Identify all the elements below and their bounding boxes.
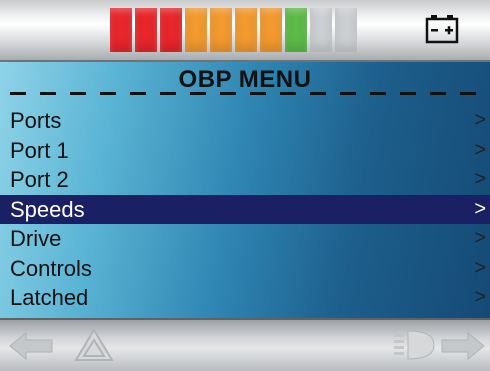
menu-item-label: Latched [10,285,89,310]
battery-segment [110,8,132,52]
menu-item-label: Controls [10,255,92,281]
battery-segment [160,8,182,52]
menu-item-label: Ports [10,108,62,133]
chevron-right-icon: > [474,168,486,190]
menu-title: OBP MENU [178,66,312,93]
menu-item-ports[interactable]: Ports > [0,106,490,136]
chevron-right-icon: > [474,109,486,131]
bottom-bar [0,318,490,371]
battery-segment [185,8,207,52]
menu-item-controls[interactable]: Controls > [0,254,490,284]
menu-item-speeds[interactable]: Speeds > [0,194,490,224]
menu-panel: OBP MENU Ports > Port 1 > Port 2 > Speed… [0,62,490,318]
hazard-warning-icon[interactable] [74,328,114,367]
chevron-right-icon: > [474,197,486,220]
chevron-right-icon: > [474,256,486,279]
battery-segment [285,8,307,52]
menu-item-port-1[interactable]: Port 1 > [0,136,490,166]
right-arrow-icon[interactable] [440,330,486,367]
battery-segment [135,8,157,52]
battery-icon [425,14,459,44]
left-arrow-icon[interactable] [8,330,54,367]
battery-segment [335,8,357,52]
battery-segment [235,8,257,52]
menu-item-label: Speeds [10,196,85,222]
title-divider [10,92,480,95]
menu-item-drive[interactable]: Drive > [0,224,490,254]
battery-segment [210,8,232,52]
battery-segment [310,8,332,52]
battery-segment [260,8,282,52]
menu-item-label: Port 1 [10,137,69,163]
chevron-right-icon: > [474,286,486,308]
menu-item-port-2[interactable]: Port 2 > [0,165,490,195]
menu-item-latched[interactable]: Latched > [0,283,490,313]
chevron-right-icon: > [474,227,486,249]
menu-list: Ports > Port 1 > Port 2 > Speeds > Drive… [0,106,490,313]
chevron-right-icon: > [474,138,486,161]
menu-item-label: Port 2 [10,167,69,192]
obp-screen: OBP MENU Ports > Port 1 > Port 2 > Speed… [0,0,490,371]
headlight-icon[interactable] [392,328,436,367]
status-bar [0,0,490,62]
battery-charge-bar [110,8,357,52]
menu-item-label: Drive [10,226,62,251]
